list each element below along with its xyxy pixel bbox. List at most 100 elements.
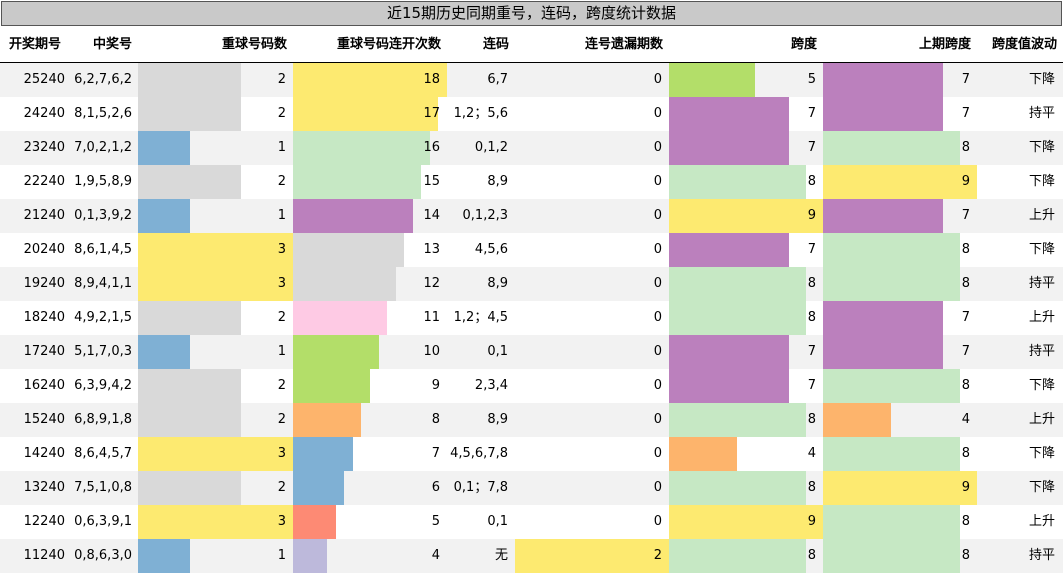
cell-streak: 10 [423, 344, 440, 359]
cell-repeat: 2 [277, 174, 286, 189]
cell-repeat: 2 [277, 72, 286, 87]
cell-trend: 持平 [1028, 548, 1055, 563]
cell-prev-span: 9 [961, 174, 970, 189]
cell-trend: 下降 [1028, 174, 1055, 189]
cell-trend: 持平 [1028, 106, 1055, 121]
cell-trend: 持平 [1028, 276, 1055, 291]
table-row: 18240 4,9,2,1,5 2 11 1,2；4,5 0 8 7 上升 [0, 301, 1063, 335]
cell-trend: 上升 [1028, 310, 1055, 325]
cell-trend: 上升 [1028, 208, 1055, 223]
cell-miss: 0 [653, 310, 662, 325]
cell-streak: 6 [431, 480, 440, 495]
cell-period: 18240 [23, 310, 65, 325]
cell-numbers: 1,9,5,8,9 [74, 174, 132, 189]
cell-trend: 下降 [1028, 446, 1055, 461]
cell-streak: 18 [423, 72, 440, 87]
cell-lianma: 0,1,2,3 [462, 208, 508, 223]
cell-period: 21240 [23, 208, 65, 223]
cell-miss: 2 [653, 548, 662, 563]
cell-lianma: 0,1；7,8 [453, 480, 508, 495]
cell-lianma: 1,2；4,5 [453, 310, 508, 325]
cell-span: 9 [807, 514, 816, 529]
cell-span: 7 [807, 378, 816, 393]
cell-lianma: 8,9 [487, 174, 508, 189]
cell-streak: 12 [423, 276, 440, 291]
cell-miss: 0 [653, 446, 662, 461]
cell-repeat: 2 [277, 378, 286, 393]
cell-miss: 0 [653, 378, 662, 393]
cell-period: 19240 [23, 276, 65, 291]
cell-trend: 下降 [1028, 140, 1055, 155]
cell-prev-span: 7 [961, 106, 970, 121]
cell-prev-span: 8 [961, 276, 970, 291]
cell-lianma: 1,2；5,6 [453, 106, 508, 121]
cell-numbers: 5,1,7,0,3 [74, 344, 132, 359]
table-row: 23240 7,0,2,1,2 1 16 0,1,2 0 7 8 下降 [0, 131, 1063, 165]
table-row: 17240 5,1,7,0,3 1 10 0,1 0 7 7 持平 [0, 335, 1063, 369]
table-row: 15240 6,8,9,1,8 2 8 8,9 0 8 4 上升 [0, 403, 1063, 437]
cell-lianma: 0,1 [487, 514, 508, 529]
cell-span: 8 [807, 310, 816, 325]
cell-numbers: 8,6,1,4,5 [74, 242, 132, 257]
cell-repeat: 3 [277, 446, 286, 461]
header-period: 开奖期号 [8, 37, 61, 52]
cell-miss: 0 [653, 480, 662, 495]
cell-numbers: 6,8,9,1,8 [74, 412, 132, 427]
cell-trend: 下降 [1028, 378, 1055, 393]
cell-trend: 下降 [1028, 72, 1055, 87]
cell-prev-span: 4 [961, 412, 970, 427]
cell-period: 25240 [23, 72, 65, 87]
cell-repeat: 3 [277, 242, 286, 257]
cell-miss: 0 [653, 514, 662, 529]
cell-numbers: 7,0,2,1,2 [74, 140, 132, 155]
cell-period: 23240 [23, 140, 65, 155]
header-trend: 跨度值波动 [991, 37, 1057, 52]
table-row: 16240 6,3,9,4,2 2 9 2,3,4 0 7 8 下降 [0, 369, 1063, 403]
cell-prev-span: 8 [961, 140, 970, 155]
table-title: 近15期历史同期重号，连码，跨度统计数据 [1, 1, 1062, 26]
cell-trend: 上升 [1028, 412, 1055, 427]
cell-period: 24240 [23, 106, 65, 121]
cell-numbers: 0,8,6,3,0 [74, 548, 132, 563]
cell-miss: 0 [653, 344, 662, 359]
cell-miss: 0 [653, 242, 662, 257]
cell-period: 14240 [23, 446, 65, 461]
cell-repeat: 1 [277, 140, 286, 155]
cell-repeat: 1 [277, 208, 286, 223]
cell-span: 4 [807, 446, 816, 461]
cell-trend: 下降 [1028, 242, 1055, 257]
cell-span: 7 [807, 106, 816, 121]
cell-streak: 16 [423, 140, 440, 155]
cell-span: 8 [807, 174, 816, 189]
cell-numbers: 4,9,2,1,5 [74, 310, 132, 325]
cell-prev-span: 7 [961, 344, 970, 359]
cell-streak: 9 [431, 378, 440, 393]
cell-repeat: 2 [277, 480, 286, 495]
cell-lianma: 4,5,6 [474, 242, 508, 257]
table-row: 24240 8,1,5,2,6 2 17 1,2；5,6 0 7 7 持平 [0, 97, 1063, 131]
cell-prev-span: 8 [961, 446, 970, 461]
cell-trend: 上升 [1028, 514, 1055, 529]
header-repeat: 重球号码数 [221, 37, 287, 52]
cell-numbers: 0,6,3,9,1 [74, 514, 132, 529]
cell-repeat: 1 [277, 548, 286, 563]
cell-period: 13240 [23, 480, 65, 495]
cell-lianma: 6,7 [487, 72, 508, 87]
cell-streak: 5 [431, 514, 440, 529]
table-row: 21240 0,1,3,9,2 1 14 0,1,2,3 0 9 7 上升 [0, 199, 1063, 233]
cell-lianma: 0,1 [487, 344, 508, 359]
cell-period: 20240 [23, 242, 65, 257]
cell-streak: 4 [431, 548, 440, 563]
cell-repeat: 2 [277, 106, 286, 121]
cell-repeat: 2 [277, 310, 286, 325]
cell-repeat: 2 [277, 412, 286, 427]
header-streak: 重球号码连开次数 [336, 37, 441, 52]
header-numbers: 中奖号 [92, 37, 132, 52]
cell-prev-span: 7 [961, 208, 970, 223]
cell-prev-span: 8 [961, 548, 970, 563]
cell-span: 8 [807, 548, 816, 563]
cell-numbers: 8,6,4,5,7 [74, 446, 132, 461]
cell-miss: 0 [653, 276, 662, 291]
header-miss: 连号遗漏期数 [584, 37, 663, 52]
cell-lianma: 无 [494, 548, 508, 563]
